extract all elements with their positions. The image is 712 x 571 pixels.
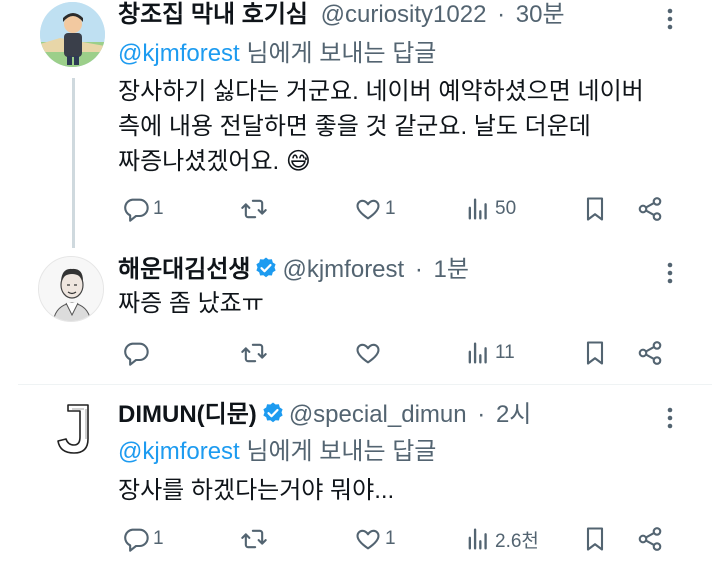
display-name[interactable]: 해운대김선생: [118, 256, 250, 283]
retweet-button[interactable]: [240, 525, 271, 553]
more-icon[interactable]: [666, 262, 674, 289]
tweet-3[interactable]: DIMUN(디문) @special_dimun · 2시 @kjmforest …: [0, 385, 712, 571]
timestamp[interactable]: 30분: [516, 1, 565, 28]
bookmark-button[interactable]: [581, 525, 609, 553]
share-icon: [636, 195, 664, 223]
tweet-header: DIMUN(디문) @special_dimun · 2시: [118, 400, 531, 433]
separator-dot: ·: [414, 256, 423, 283]
verified-badge-icon: [254, 256, 278, 288]
tweet-header: 해운대김선생 @kjmforest · 1분: [118, 255, 469, 288]
mention-link[interactable]: @kjmforest: [118, 40, 240, 67]
views-button[interactable]: 50: [464, 195, 516, 223]
separator-dot: ·: [477, 401, 486, 428]
views-button[interactable]: 2.6천: [464, 525, 539, 553]
avatar[interactable]: [40, 2, 105, 67]
reply-count: 1: [153, 528, 164, 549]
display-name[interactable]: 창조집 막내 호기심: [118, 1, 308, 28]
reply-button[interactable]: 1: [122, 195, 164, 223]
reply-icon: [122, 339, 150, 367]
like-button[interactable]: 1: [354, 195, 396, 223]
share-button[interactable]: [636, 339, 664, 367]
tweet-text-line: 측에 내용 전달하면 좋을 것 같군요. 날도 더운데: [118, 113, 591, 140]
display-name[interactable]: DIMUN(디문): [118, 401, 257, 428]
retweet-button[interactable]: [240, 195, 271, 223]
tweet-text: 짜증 좀 났죠ㅠ: [118, 286, 264, 321]
retweet-button[interactable]: [240, 339, 271, 367]
reply-to-suffix: 님에게 보내는 답글: [239, 438, 437, 465]
tweet-1[interactable]: 창조집 막내 호기심 @curiosity1022 · 30분 @kjmfore…: [0, 0, 712, 250]
tweet-text: 장사를 하겠다는거야 뭐야...: [118, 473, 394, 508]
like-count: 1: [385, 198, 396, 219]
tweet-text: 장사하기 싫다는 거군요. 네이버 예약하셨으면 네이버 측에 내용 전달하면 …: [118, 74, 644, 179]
like-button[interactable]: [354, 339, 385, 367]
verified-badge-icon: [261, 401, 285, 433]
retweet-icon: [240, 525, 268, 553]
reply-to-line: @kjmforest 님에게 보내는 답글: [118, 437, 436, 467]
like-icon: [354, 195, 382, 223]
retweet-icon: [240, 339, 268, 367]
reply-to-suffix: 님에게 보내는 답글: [239, 40, 437, 67]
share-icon: [636, 339, 664, 367]
user-handle[interactable]: @special_dimun: [289, 401, 467, 428]
reply-icon: [122, 195, 150, 223]
like-icon: [354, 339, 382, 367]
reply-count: 1: [153, 198, 164, 219]
like-icon: [354, 525, 382, 553]
user-handle[interactable]: @kjmforest: [282, 256, 404, 283]
share-button[interactable]: [636, 525, 664, 553]
views-icon: [464, 339, 492, 367]
views-button[interactable]: 11: [464, 339, 515, 367]
avatar[interactable]: [38, 256, 104, 322]
bookmark-icon: [581, 195, 609, 223]
action-bar: 1 1 2.6천: [118, 525, 678, 555]
tweet-text-line: 장사하기 싫다는 거군요. 네이버 예약하셨으면 네이버: [118, 78, 644, 105]
bookmark-button[interactable]: [581, 339, 609, 367]
user-handle[interactable]: @curiosity1022: [321, 1, 487, 28]
separator-dot: ·: [497, 1, 506, 28]
tweet-text-line: 짜증 좀 났죠ㅠ: [118, 290, 264, 317]
tweet-text-line: 짜증나셨겠어요. 😅: [118, 148, 311, 175]
thread-line: [72, 78, 75, 248]
mention-link[interactable]: @kjmforest: [118, 438, 240, 465]
bookmark-icon: [581, 525, 609, 553]
share-icon: [636, 525, 664, 553]
reply-button[interactable]: 1: [122, 525, 164, 553]
like-count: 1: [385, 528, 396, 549]
bookmark-button[interactable]: [581, 195, 609, 223]
like-button[interactable]: 1: [354, 525, 396, 553]
views-icon: [464, 195, 492, 223]
views-icon: [464, 525, 492, 553]
action-bar: 1 1 50: [118, 195, 678, 225]
reply-to-line: @kjmforest 님에게 보내는 답글: [118, 39, 436, 69]
more-icon[interactable]: [666, 407, 674, 434]
views-count: 2.6천: [495, 530, 539, 552]
views-count: 50: [495, 198, 517, 219]
bookmark-icon: [581, 339, 609, 367]
avatar[interactable]: [38, 395, 104, 461]
retweet-icon: [240, 195, 268, 223]
action-bar: 11: [118, 339, 678, 369]
reply-icon: [122, 525, 150, 553]
timestamp[interactable]: 2시: [496, 401, 531, 428]
more-icon[interactable]: [666, 8, 674, 35]
views-count: 11: [495, 342, 515, 363]
tweet-2[interactable]: 해운대김선생 @kjmforest · 1분 짜증 좀 났죠ㅠ 11: [0, 250, 712, 383]
share-button[interactable]: [636, 195, 664, 223]
reply-button[interactable]: [122, 339, 153, 367]
timestamp[interactable]: 1분: [434, 256, 469, 283]
tweet-text-line: 장사를 하겠다는거야 뭐야...: [118, 477, 395, 504]
tweet-header: 창조집 막내 호기심 @curiosity1022 · 30분: [118, 0, 565, 30]
